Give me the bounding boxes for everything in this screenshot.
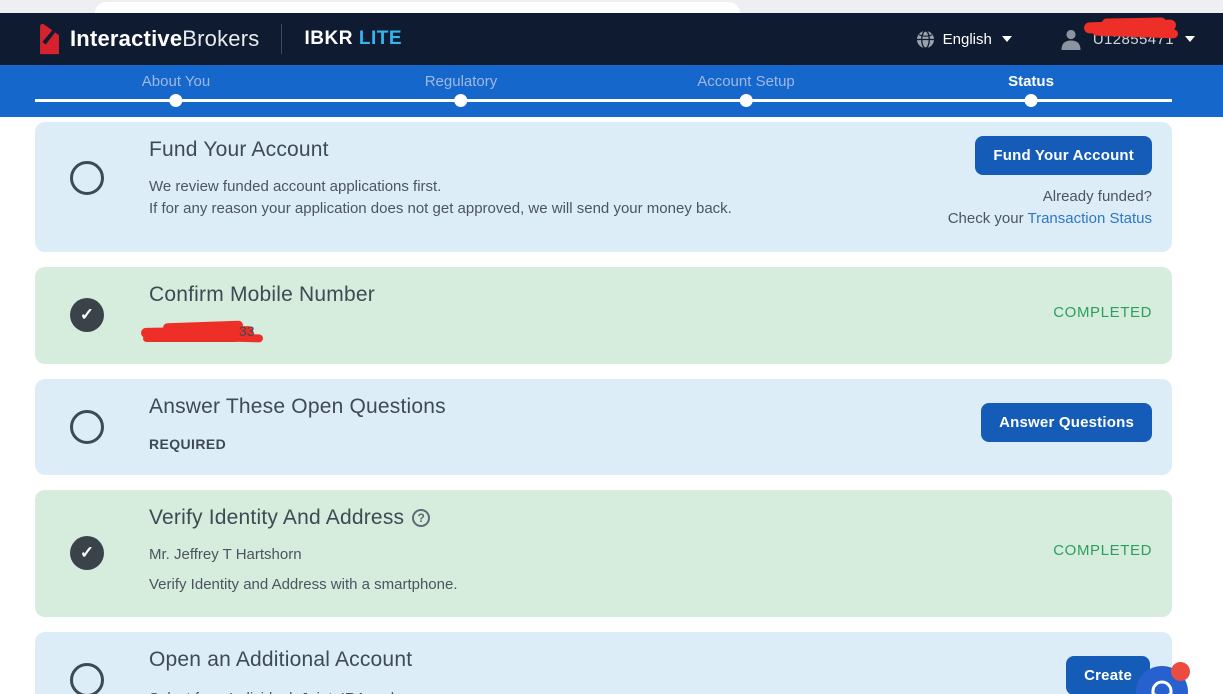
brand-logo[interactable]: InteractiveBrokers: [38, 22, 259, 56]
brand-name-bold: Interactive: [70, 26, 182, 51]
already-funded-text: Already funded?: [948, 188, 1152, 205]
brand-name: InteractiveBrokers: [70, 26, 259, 52]
browser-tab-shape: [95, 2, 740, 13]
notification-dot: [1171, 662, 1190, 681]
product-tier: LITE: [359, 28, 402, 49]
redaction-scribble: 33: [141, 321, 273, 343]
task-card-fund-account: Fund Your Account We review funded accou…: [35, 122, 1172, 252]
radio-circle[interactable]: [70, 161, 104, 195]
chevron-down-icon: [1185, 36, 1195, 42]
step-regulatory[interactable]: Regulatory: [425, 65, 498, 90]
fund-your-account-button[interactable]: Fund Your Account: [975, 136, 1152, 175]
task-card-verify-identity: ✓ Verify Identity And Address? Mr. Jeffr…: [35, 490, 1172, 617]
language-selector[interactable]: English: [916, 30, 1012, 49]
header-divider: [281, 24, 282, 54]
product-name: IBKR LITE: [304, 28, 402, 50]
task-card-confirm-mobile: ✓ Confirm Mobile Number 33 COMPLETED: [35, 267, 1172, 364]
radio-circle[interactable]: [70, 410, 104, 444]
status-badge: COMPLETED: [1053, 304, 1152, 321]
step-status[interactable]: Status: [1008, 65, 1054, 90]
account-holder-name: Mr. Jeffrey T Hartshorn: [149, 544, 1152, 566]
account-menu[interactable]: U12855471: [1058, 26, 1195, 52]
redacted-phone-tail: 33: [239, 323, 255, 339]
account-id: U12855471: [1093, 31, 1174, 48]
radio-circle[interactable]: [70, 663, 104, 694]
step-about-you[interactable]: About You: [142, 65, 210, 90]
globe-icon: [916, 30, 935, 49]
card-title: Confirm Mobile Number: [149, 283, 1152, 307]
check-circle-icon: ✓: [70, 298, 104, 332]
chevron-down-icon: [1002, 36, 1012, 42]
status-task-list: Fund Your Account We review funded accou…: [0, 117, 1223, 694]
product-ibkr: IBKR: [304, 28, 352, 49]
help-icon[interactable]: ?: [412, 509, 430, 527]
step-account-setup[interactable]: Account Setup: [697, 65, 795, 90]
progress-stepper: About You Regulatory Account Setup Statu…: [0, 65, 1223, 117]
card-text-line: Select from Individual, Joint, IRA and: [149, 688, 1152, 694]
browser-chrome-strip: [0, 0, 1223, 13]
headset-icon: [1148, 679, 1176, 694]
step-dot: [739, 94, 752, 107]
task-card-additional-account: Open an Additional Account Select from I…: [35, 632, 1172, 694]
user-icon: [1058, 26, 1084, 52]
status-badge: COMPLETED: [1053, 542, 1152, 559]
screen: InteractiveBrokers IBKR LITE English U128…: [0, 0, 1223, 694]
progress-line: [35, 99, 1172, 102]
check-circle-icon: ✓: [70, 536, 104, 570]
card-text-line: Verify Identity and Address with a smart…: [149, 574, 1152, 596]
task-card-open-questions: Answer These Open Questions REQUIRED Ans…: [35, 379, 1172, 475]
transaction-status-link[interactable]: Transaction Status: [1027, 210, 1152, 227]
brand-name-light: Brokers: [182, 26, 259, 51]
card-right-column: Fund Your Account Already funded? Check …: [948, 136, 1152, 227]
step-dot: [169, 94, 182, 107]
card-title: Verify Identity And Address?: [149, 506, 1152, 530]
step-dot: [1025, 94, 1038, 107]
language-label: English: [943, 31, 992, 48]
step-dot: [454, 94, 467, 107]
check-transaction-line: Check your Transaction Status: [948, 210, 1152, 227]
interactive-brokers-logo-icon: [38, 22, 61, 56]
card-title: Open an Additional Account: [149, 648, 1152, 672]
app-header: InteractiveBrokers IBKR LITE English U128…: [0, 13, 1223, 65]
answer-questions-button[interactable]: Answer Questions: [981, 403, 1152, 442]
